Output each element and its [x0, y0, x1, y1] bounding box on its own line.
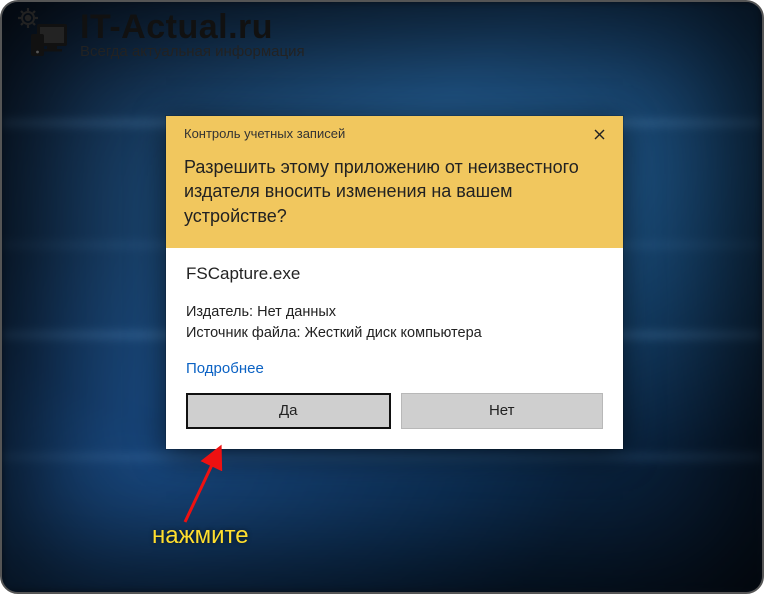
site-tagline: Всегда актуальная информация [80, 44, 305, 60]
site-watermark: IT-Actual.ru Всегда актуальная информаци… [14, 6, 305, 64]
uac-source-line: Источник файла: Жесткий диск компьютера [186, 323, 603, 344]
uac-details: Издатель: Нет данных Источник файла: Жес… [186, 302, 603, 344]
no-button[interactable]: Нет [401, 393, 604, 429]
screenshot-frame: IT-Actual.ru Всегда актуальная информаци… [0, 0, 764, 594]
site-logo-icon [14, 6, 70, 64]
uac-header: Контроль учетных записей Разрешить этому… [166, 116, 623, 248]
uac-question-text: Разрешить этому приложению от неизвестно… [184, 155, 605, 228]
site-title: IT-Actual.ru [80, 10, 305, 46]
uac-dialog: Контроль учетных записей Разрешить этому… [166, 116, 623, 449]
uac-more-link[interactable]: Подробнее [186, 360, 264, 377]
close-icon [594, 129, 605, 140]
uac-program-name: FSCapture.exe [186, 264, 603, 284]
uac-button-row: Да Нет [186, 393, 603, 429]
yes-button[interactable]: Да [186, 393, 391, 429]
close-button[interactable] [585, 122, 613, 146]
annotation-label: нажмите [152, 522, 249, 550]
uac-body: FSCapture.exe Издатель: Нет данных Источ… [166, 248, 623, 449]
uac-publisher-line: Издатель: Нет данных [186, 302, 603, 323]
uac-titlebar-text: Контроль учетных записей [184, 126, 605, 141]
